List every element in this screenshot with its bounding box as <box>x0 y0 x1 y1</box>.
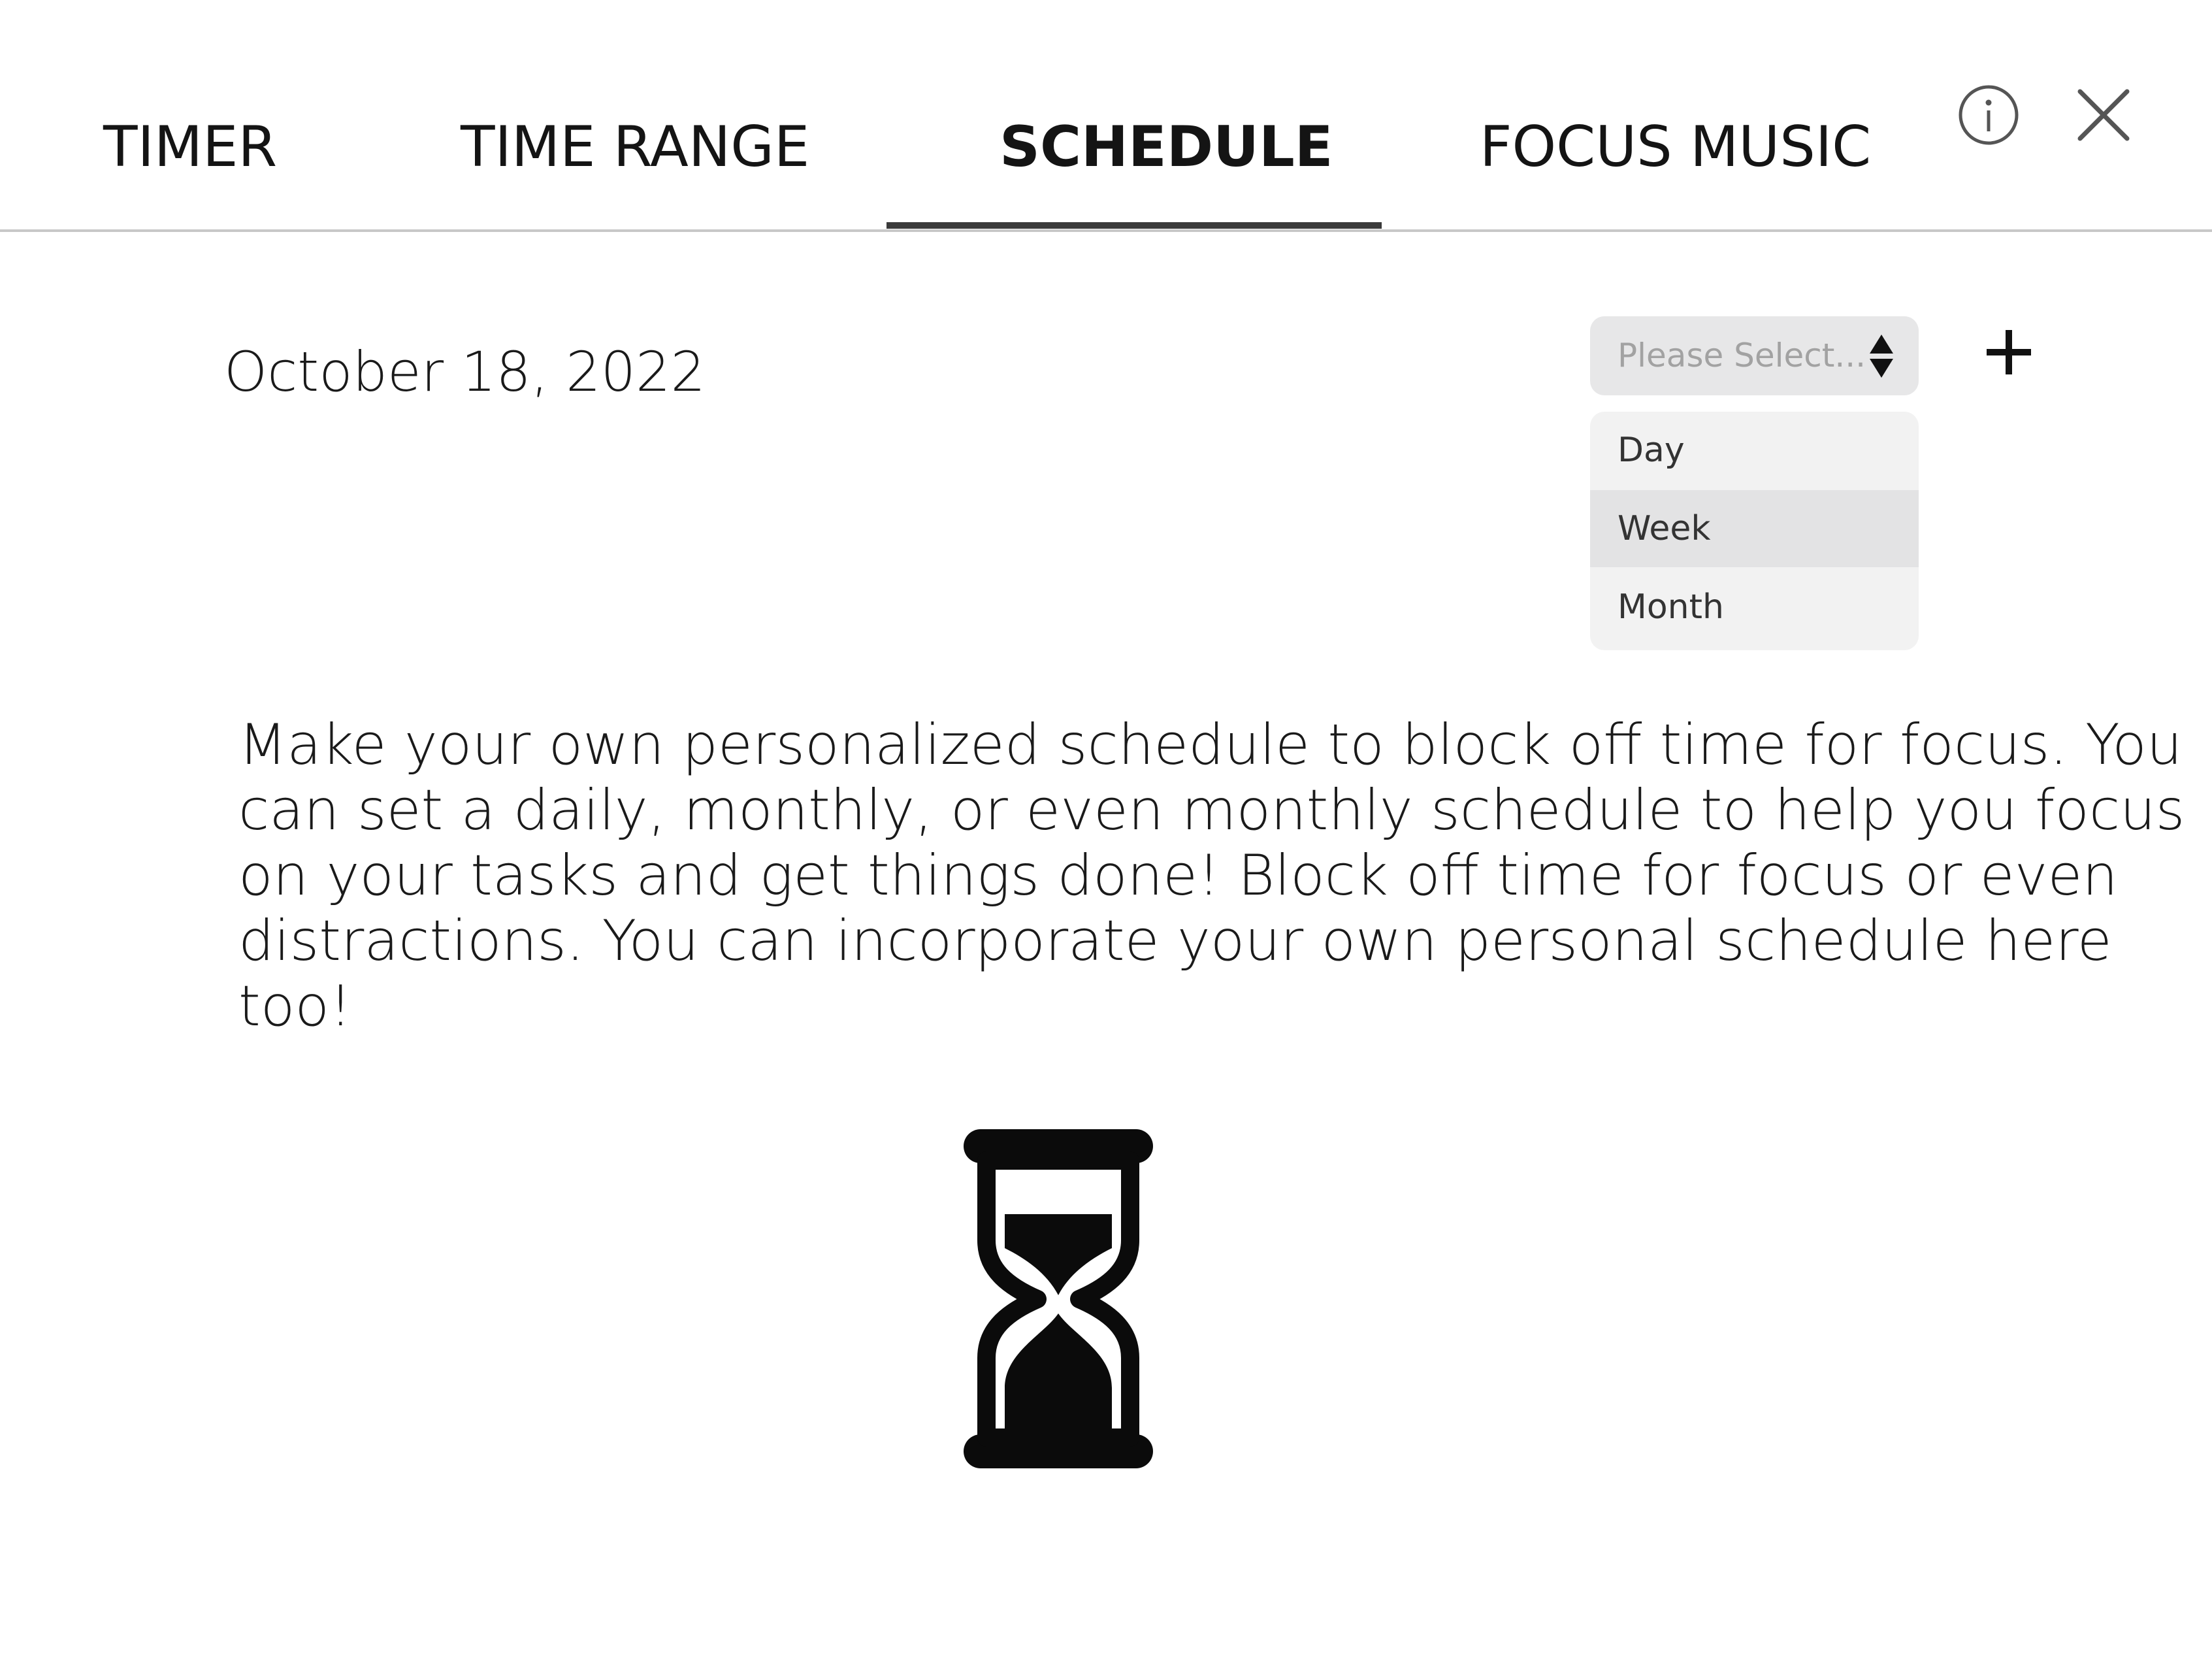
active-tab-indicator <box>886 222 1382 229</box>
option-month[interactable]: Month <box>1590 569 1919 646</box>
option-week[interactable]: Week <box>1590 490 1919 567</box>
plus-icon[interactable] <box>1986 327 2032 378</box>
sort-arrows-icon <box>1868 335 1895 380</box>
tab-time-range[interactable]: TIME RANGE <box>461 111 809 183</box>
view-select-placeholder: Please Select... <box>1618 337 1866 374</box>
info-icon[interactable] <box>1957 84 2020 146</box>
tab-focus-music[interactable]: FOCUS MUSIC <box>1480 111 1871 183</box>
schedule-description: Make your own personalized schedule to b… <box>238 712 2185 1039</box>
view-select-menu: Day Week Month <box>1590 412 1919 650</box>
tab-timer[interactable]: TIMER <box>103 111 277 183</box>
option-day[interactable]: Day <box>1590 412 1919 489</box>
current-date: October 18, 2022 <box>224 340 706 404</box>
close-icon[interactable] <box>2076 88 2131 142</box>
view-select[interactable]: Please Select... <box>1590 316 1919 395</box>
tab-schedule[interactable]: SCHEDULE <box>1000 111 1333 183</box>
tab-bar: TIMER TIME RANGE SCHEDULE FOCUS MUSIC <box>0 0 2212 232</box>
hourglass-icon <box>960 1124 1156 1474</box>
